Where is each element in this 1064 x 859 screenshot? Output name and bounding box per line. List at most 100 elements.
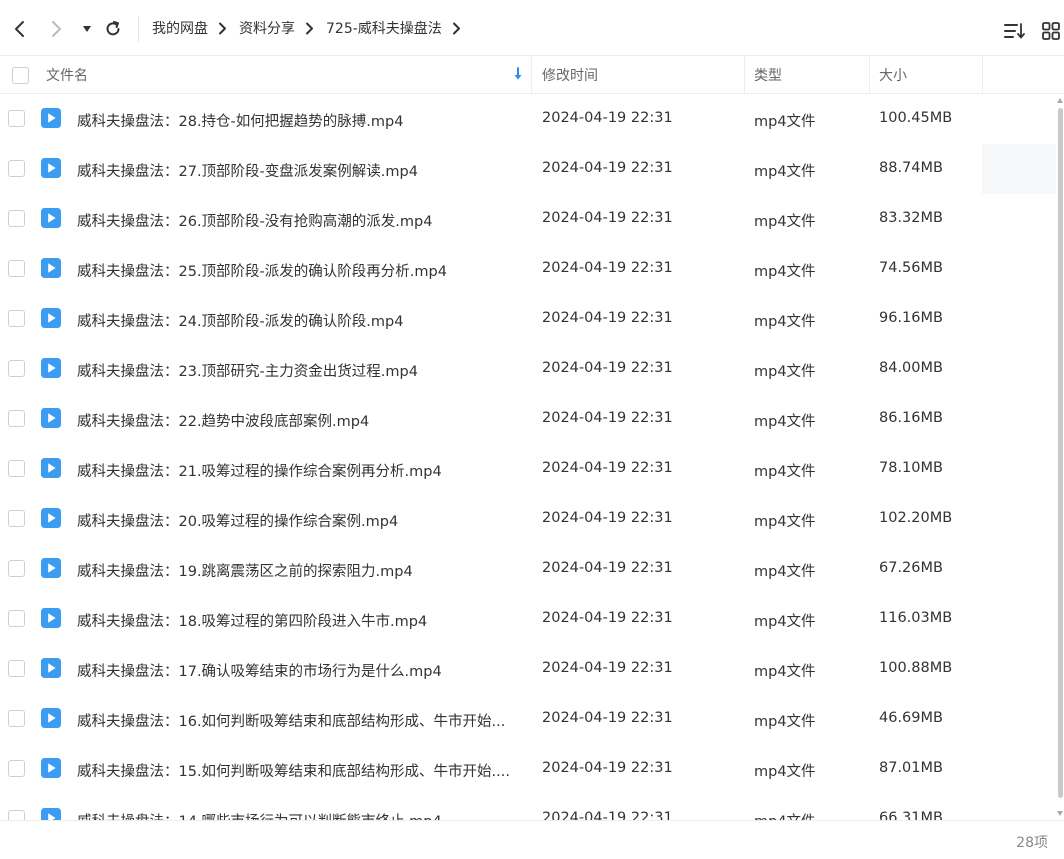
refresh-icon bbox=[106, 21, 120, 36]
file-type: mp4文件 bbox=[754, 514, 816, 530]
row-checkbox[interactable] bbox=[8, 160, 25, 177]
file-size: 116.03MB bbox=[879, 610, 953, 626]
video-file-icon bbox=[41, 208, 61, 228]
toolbar-divider bbox=[138, 16, 139, 42]
column-header-type[interactable]: 类型 bbox=[754, 56, 782, 94]
row-checkbox[interactable] bbox=[8, 610, 25, 627]
file-size: 83.32MB bbox=[879, 210, 943, 226]
row-hover-area bbox=[982, 344, 1056, 394]
select-all-checkbox[interactable] bbox=[12, 66, 30, 84]
file-size: 88.74MB bbox=[879, 160, 943, 176]
row-hover-area bbox=[982, 694, 1056, 744]
column-header-size[interactable]: 大小 bbox=[879, 56, 907, 94]
row-checkbox[interactable] bbox=[8, 360, 25, 377]
history-dropdown-button[interactable] bbox=[78, 18, 96, 40]
scrollbar-thumb[interactable] bbox=[1058, 108, 1063, 798]
row-checkbox[interactable] bbox=[8, 810, 25, 820]
file-row[interactable]: 威科夫操盘法：19.跳离震荡区之前的探索阻力.mp4 2024-04-19 22… bbox=[0, 544, 1056, 594]
row-checkbox[interactable] bbox=[8, 310, 25, 327]
sort-button[interactable] bbox=[1004, 20, 1026, 42]
row-checkbox[interactable] bbox=[8, 710, 25, 727]
chevron-right-icon bbox=[218, 22, 227, 35]
row-hover-area bbox=[982, 544, 1056, 594]
file-type: mp4文件 bbox=[754, 114, 816, 130]
sort-descending-icon[interactable] bbox=[513, 67, 523, 85]
file-name: 威科夫操盘法：22.趋势中波段底部案例.mp4 bbox=[77, 414, 370, 430]
video-file-icon bbox=[41, 758, 61, 778]
file-row[interactable]: 威科夫操盘法：15.如何判断吸筹结束和底部结构形成、牛市开始.... 2024-… bbox=[0, 744, 1056, 794]
vertical-scrollbar[interactable] bbox=[1057, 94, 1064, 820]
status-bar: 28项 bbox=[0, 820, 1064, 859]
row-hover-area bbox=[982, 644, 1056, 694]
item-count: 28项 bbox=[1016, 835, 1048, 851]
file-row[interactable]: 威科夫操盘法：20.吸筹过程的操作综合案例.mp4 2024-04-19 22:… bbox=[0, 494, 1056, 544]
file-row[interactable]: 威科夫操盘法：26.顶部阶段-没有抢购高潮的派发.mp4 2024-04-19 … bbox=[0, 194, 1056, 244]
scroll-up-arrow-icon[interactable] bbox=[1057, 98, 1063, 103]
row-checkbox[interactable] bbox=[8, 110, 25, 127]
row-checkbox[interactable] bbox=[8, 760, 25, 777]
row-checkbox[interactable] bbox=[8, 210, 25, 227]
file-type: mp4文件 bbox=[754, 714, 816, 730]
chevron-right-icon[interactable] bbox=[452, 22, 461, 35]
file-row[interactable]: 威科夫操盘法：27.顶部阶段-变盘派发案例解读.mp4 2024-04-19 2… bbox=[0, 144, 1056, 194]
row-checkbox[interactable] bbox=[8, 560, 25, 577]
file-row[interactable]: 威科夫操盘法：28.持仓-如何把握趋势的脉搏.mp4 2024-04-19 22… bbox=[0, 94, 1056, 144]
breadcrumb-item-shared-materials[interactable]: 资料分享 bbox=[239, 18, 295, 38]
scroll-down-arrow-icon[interactable] bbox=[1057, 811, 1063, 816]
row-hover-area bbox=[982, 194, 1056, 244]
toolbar: 我的网盘 资料分享 725-威科夫操盘法 bbox=[0, 0, 1064, 56]
file-size: 78.10MB bbox=[879, 460, 943, 476]
file-row[interactable]: 威科夫操盘法：18.吸筹过程的第四阶段进入牛市.mp4 2024-04-19 2… bbox=[0, 594, 1056, 644]
file-row[interactable]: 威科夫操盘法：14.哪些市场行为可以判断熊市终止.mp4 2024-04-19 … bbox=[0, 794, 1056, 820]
column-header-modified[interactable]: 修改时间 bbox=[542, 56, 598, 94]
breadcrumb-item-current-folder[interactable]: 725-威科夫操盘法 bbox=[326, 18, 442, 38]
file-name: 威科夫操盘法：15.如何判断吸筹结束和底部结构形成、牛市开始.... bbox=[77, 764, 510, 780]
file-modified-time: 2024-04-19 22:31 bbox=[542, 260, 673, 276]
file-row[interactable]: 威科夫操盘法：16.如何判断吸筹结束和底部结构形成、牛市开始... 2024-0… bbox=[0, 694, 1056, 744]
file-type: mp4文件 bbox=[754, 364, 816, 380]
file-list-header: 文件名 修改时间 类型 大小 bbox=[0, 56, 1064, 94]
video-file-icon bbox=[41, 308, 61, 328]
file-name: 威科夫操盘法：25.顶部阶段-派发的确认阶段再分析.mp4 bbox=[77, 264, 447, 280]
row-hover-area bbox=[982, 744, 1056, 794]
column-divider[interactable] bbox=[869, 56, 870, 94]
refresh-button[interactable] bbox=[102, 18, 124, 40]
row-hover-area bbox=[982, 144, 1056, 194]
file-type: mp4文件 bbox=[754, 664, 816, 680]
row-checkbox[interactable] bbox=[8, 460, 25, 477]
row-hover-area bbox=[982, 94, 1056, 144]
file-modified-time: 2024-04-19 22:31 bbox=[542, 560, 673, 576]
video-file-icon bbox=[41, 158, 61, 178]
column-divider[interactable] bbox=[744, 56, 745, 94]
row-hover-area bbox=[982, 444, 1056, 494]
file-type: mp4文件 bbox=[754, 414, 816, 430]
row-checkbox[interactable] bbox=[8, 260, 25, 277]
file-modified-time: 2024-04-19 22:31 bbox=[542, 760, 673, 776]
back-button[interactable] bbox=[8, 18, 30, 40]
file-name: 威科夫操盘法：24.顶部阶段-派发的确认阶段.mp4 bbox=[77, 314, 404, 330]
file-name: 威科夫操盘法：14.哪些市场行为可以判断熊市终止.mp4 bbox=[77, 810, 522, 820]
file-row[interactable]: 威科夫操盘法：23.顶部研究-主力资金出货过程.mp4 2024-04-19 2… bbox=[0, 344, 1056, 394]
grid-view-icon bbox=[1042, 22, 1060, 40]
video-file-icon bbox=[41, 658, 61, 678]
row-checkbox[interactable] bbox=[8, 410, 25, 427]
file-row[interactable]: 威科夫操盘法：21.吸筹过程的操作综合案例再分析.mp4 2024-04-19 … bbox=[0, 444, 1056, 494]
file-row[interactable]: 威科夫操盘法：17.确认吸筹结束的市场行为是什么.mp4 2024-04-19 … bbox=[0, 644, 1056, 694]
row-checkbox[interactable] bbox=[8, 510, 25, 527]
grid-view-button[interactable] bbox=[1040, 20, 1062, 42]
row-checkbox[interactable] bbox=[8, 660, 25, 677]
column-divider[interactable] bbox=[531, 56, 532, 94]
file-row[interactable]: 威科夫操盘法：22.趋势中波段底部案例.mp4 2024-04-19 22:31… bbox=[0, 394, 1056, 444]
file-row[interactable]: 威科夫操盘法：25.顶部阶段-派发的确认阶段再分析.mp4 2024-04-19… bbox=[0, 244, 1056, 294]
video-file-icon bbox=[41, 258, 61, 278]
breadcrumb-item-my-drive[interactable]: 我的网盘 bbox=[152, 18, 208, 38]
column-divider[interactable] bbox=[982, 56, 983, 94]
column-header-name[interactable]: 文件名 bbox=[46, 56, 88, 94]
video-file-icon bbox=[41, 608, 61, 628]
file-size: 67.26MB bbox=[879, 560, 943, 576]
file-modified-time: 2024-04-19 22:31 bbox=[542, 460, 673, 476]
file-row[interactable]: 威科夫操盘法：24.顶部阶段-派发的确认阶段.mp4 2024-04-19 22… bbox=[0, 294, 1056, 344]
file-name: 威科夫操盘法：28.持仓-如何把握趋势的脉搏.mp4 bbox=[77, 114, 404, 130]
file-size: 87.01MB bbox=[879, 760, 943, 776]
forward-button[interactable] bbox=[46, 18, 68, 40]
